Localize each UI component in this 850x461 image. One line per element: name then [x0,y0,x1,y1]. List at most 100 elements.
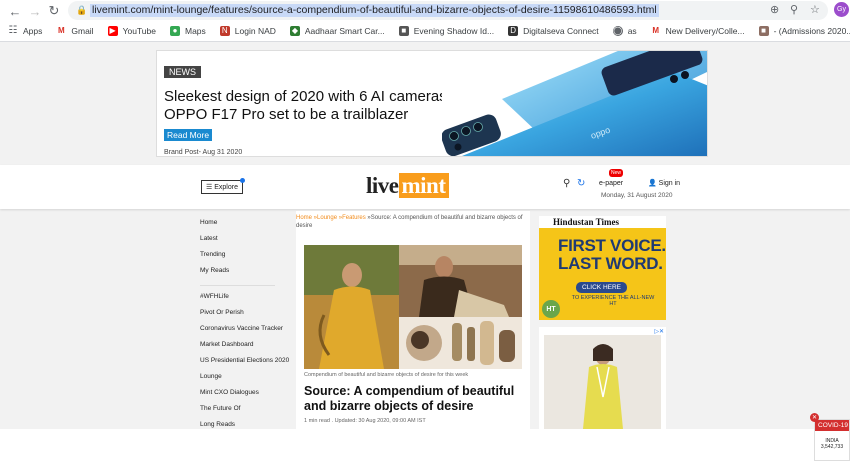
bookmark-label: New Delivery/Colle... [665,26,745,36]
back-icon[interactable]: ← [6,2,24,20]
bookmark-label: Digitalseva Connect [523,26,599,36]
refresh-update-icon[interactable]: ↻ [577,178,585,189]
ht-headline-line2: LAST WORD. [558,254,663,273]
signin-link[interactable]: 👤 Sign in [648,179,680,187]
livemint-logo[interactable]: live mint [366,173,449,199]
sidebar-item-pivot-or-perish[interactable]: Pivot Or Perish [200,305,280,321]
shadow-icon: ■ [398,26,409,36]
covid-widget[interactable]: COVID-19 INDIA 3,542,733 [814,419,850,461]
sidebar-item-home[interactable]: Home [200,215,280,231]
sidebar-item-latest[interactable]: Latest [200,231,280,247]
ad-headline-line1[interactable]: Sleekest design of 2020 with 6 AI camera… [164,88,451,105]
bookmark-label: Apps [23,26,43,36]
ht-click-here-button[interactable]: CLICK HERE [576,282,628,293]
breadcrumb: Home »Lounge »Features »Source: A compen… [296,215,523,229]
forward-icon[interactable]: → [26,2,44,20]
bookmark-admissions[interactable]: ■ - (Admissions 2020... [758,26,850,36]
apps-grid-icon: ☷ [8,25,18,36]
sidebar-item-market-dashboard[interactable]: Market Dashboard [200,337,280,353]
bookmark-label: as [627,26,637,36]
digitalseva-icon: D [508,26,519,36]
sidebar-item-lounge[interactable]: Lounge [200,369,280,385]
oppo-ad-banner[interactable]: NEWS Sleekest design of 2020 with 6 AI c… [156,50,708,157]
profile-avatar[interactable]: Gy [834,2,849,17]
gmail-icon: M [650,26,661,36]
phone-image: oppo [441,51,707,156]
aadhaar-icon: ◆ [289,26,300,36]
ad-headline-line2[interactable]: OPPO F17 Pro set to be a trailblazer [164,106,408,123]
bookmark-as[interactable]: ◯ as [612,26,637,36]
notification-dot [239,178,245,183]
image-caption: Compendium of beautiful and bizarre obje… [304,372,469,378]
address-bar[interactable]: 🔒 livemint.com/mint-lounge/features/sour… [68,1,828,20]
left-sidebar: Home Latest Trending My Reads #WFHLife P… [200,215,289,433]
url-text[interactable]: livemint.com/mint-lounge/features/source… [90,4,659,17]
ht-headline-line1: FIRST VOICE. [558,236,666,255]
bookmark-star-icon[interactable]: ☆ [810,3,820,16]
covid-count: 3,542,733 [820,444,844,450]
fashion-ad[interactable]: ▷✕ [539,327,666,429]
bookmark-login-nad[interactable]: N Login NAD [219,26,276,36]
explore-button[interactable]: ☰ Explore [201,178,245,194]
article-meta: 1 min read . Updated: 30 Aug 2020, 09:00… [304,418,426,424]
sidebar-item-long-reads[interactable]: Long Reads [200,417,280,433]
admissions-icon: ■ [758,26,769,36]
close-icon[interactable]: ✕ [810,413,819,422]
sidebar-item-us-elections[interactable]: US Presidential Elections 2020 [200,353,289,369]
breadcrumb-features[interactable]: Features [342,215,366,221]
maps-icon: ● [169,26,180,36]
bookmark-gmail[interactable]: M Gmail [56,26,94,36]
bookmark-label: Login NAD [234,26,276,36]
sidebar-item-my-reads[interactable]: My Reads [200,263,280,279]
bookmark-maps[interactable]: ● Maps [169,26,206,36]
article-title: Source: A compendium of beautiful and bi… [304,384,515,413]
bookmarks-bar: ☷ Apps M Gmail ▶ YouTube ● Maps N Login NAD ◆… [0,22,850,40]
bookmark-label: Maps [184,26,206,36]
bookmark-label: Evening Shadow Id... [413,26,495,36]
bookmark-digitalseva[interactable]: D Digitalseva Connect [508,26,599,36]
breadcrumb-lounge[interactable]: Lounge [317,215,337,221]
user-icon: 👤 [648,180,657,187]
ad-byline: Brand Post- Aug 31 2020 [164,149,243,156]
sidebar-item-wfhlife[interactable]: #WFHLife [200,289,280,305]
fashion-ad-image [544,335,661,429]
search-icon[interactable]: ⚲ [563,178,570,189]
zoom-icon[interactable]: ⚲ [790,3,798,16]
bookmark-aadhaar[interactable]: ◆ Aadhaar Smart Car... [289,26,385,36]
new-badge: New [609,169,624,177]
ht-logo-badge: HT [542,300,560,318]
bookmark-apps[interactable]: ☷ Apps [8,26,42,36]
ht-masthead: Hindustan Times [539,216,666,228]
sidebar-item-cxo-dialogues[interactable]: Mint CXO Dialogues [200,385,280,401]
globe-icon: ◯ [612,26,623,36]
signin-label: Sign in [658,180,681,187]
ad-read-more-button[interactable]: Read More [164,129,213,141]
lock-icon: 🔒 [76,5,88,15]
epaper-link[interactable]: e-paper [599,180,623,187]
browser-chrome: ← → ↻ 🔒 livemint.com/mint-lounge/feature… [0,0,850,42]
bookmark-label: - (Admissions 2020... [773,26,850,36]
bookmark-label: Aadhaar Smart Car... [304,26,385,36]
article-hero-image[interactable] [304,245,522,369]
explore-label: Explore [214,184,238,191]
bookmark-label: Gmail [71,26,94,36]
article-container: Home »Lounge »Features »Source: A compen… [296,211,530,429]
breadcrumb-home[interactable]: Home [296,215,312,221]
site-header: ☰ Explore live mint ⚲ ↻ New e-paper 👤 Sig… [0,165,850,209]
menu-icon: ☰ [206,184,213,191]
bookmark-new-delivery[interactable]: M New Delivery/Colle... [650,26,745,36]
page-body: NEWS Sleekest design of 2020 with 6 AI c… [0,42,850,461]
reload-icon[interactable]: ↻ [45,2,63,20]
bookmark-evening-shadow[interactable]: ■ Evening Shadow Id... [398,26,495,36]
sidebar-item-future-of[interactable]: The Future Of [200,401,280,417]
ad-news-tag: NEWS [164,66,201,78]
sidebar-item-trending[interactable]: Trending [200,247,280,263]
logo-mint-text: mint [398,173,449,198]
nad-icon: N [219,26,230,36]
sidebar-item-vaccine-tracker[interactable]: Coronavirus Vaccine Tracker [200,321,283,337]
youtube-icon: ▶ [107,26,118,36]
add-tab-icon[interactable]: ⊕ [770,3,779,16]
hindustan-times-ad[interactable]: Hindustan Times FIRST VOICE. LAST WORD. … [539,216,666,320]
ad-choices-icon[interactable]: ▷✕ [654,328,664,335]
bookmark-youtube[interactable]: ▶ YouTube [107,26,156,36]
